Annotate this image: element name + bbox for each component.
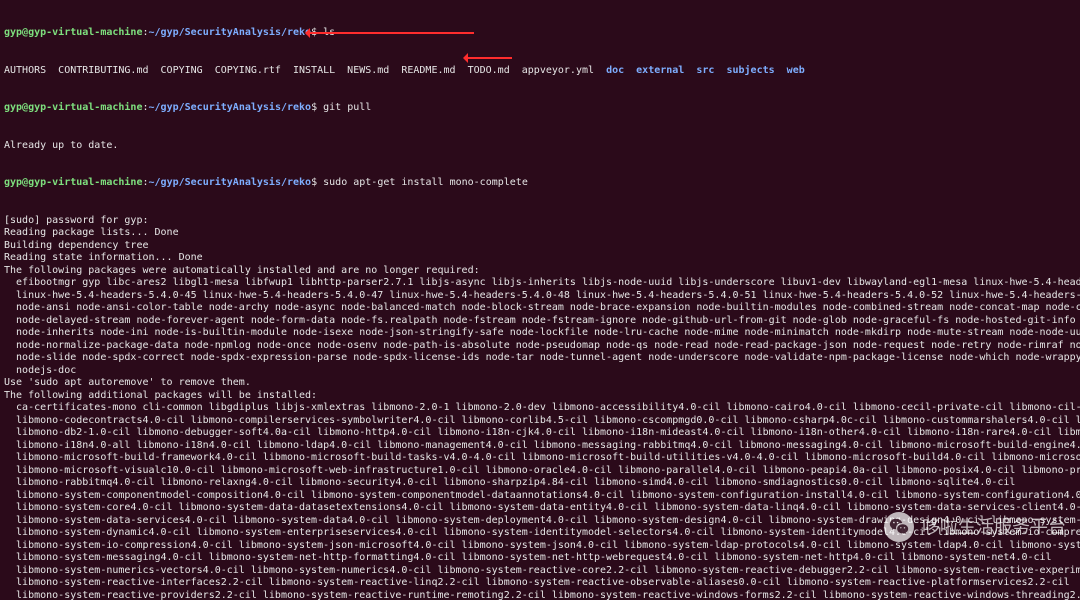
apt-output-line: libmono-system-numerics-vectors4.0-cil l… xyxy=(4,565,1076,578)
terminal[interactable]: gyp@gyp-virtual-machine:~/gyp/SecurityAn… xyxy=(0,0,1080,600)
apt-output-line: Reading package lists... Done xyxy=(4,227,1076,240)
apt-output-line: efibootmgr gyp libc-ares2 libgl1-mesa li… xyxy=(4,277,1076,290)
apt-output-line: node-ansi node-ansi-color-table node-arc… xyxy=(4,302,1076,315)
apt-output-line: ca-certificates-mono cli-common libgdipl… xyxy=(4,402,1076,415)
apt-output-line: nodejs-doc xyxy=(4,365,1076,378)
prompt-gitpull: gyp@gyp-virtual-machine:~/gyp/SecurityAn… xyxy=(4,102,1076,115)
apt-output-line: Reading state information... Done xyxy=(4,252,1076,265)
apt-output-line: node-inherits node-ini node-is-builtin-m… xyxy=(4,327,1076,340)
ls-output: AUTHORS CONTRIBUTING.md COPYING COPYING.… xyxy=(4,65,1076,78)
prompt-install: gyp@gyp-virtual-machine:~/gyp/SecurityAn… xyxy=(4,177,1076,190)
apt-output-line: node-slide node-spdx-correct node-spdx-e… xyxy=(4,352,1076,365)
apt-output-block: [sudo] password for gyp:Reading package … xyxy=(4,215,1076,600)
apt-output-line: libmono-i18n4.0-all libmono-i18n4.0-cil … xyxy=(4,440,1076,453)
apt-output-line: linux-hwe-5.4-headers-5.4.0-45 linux-hwe… xyxy=(4,290,1076,303)
apt-output-line: Building dependency tree xyxy=(4,240,1076,253)
apt-output-line: libmono-system-reactive-interfaces2.2-ci… xyxy=(4,577,1076,590)
apt-output-line: Use 'sudo apt autoremove' to remove them… xyxy=(4,377,1076,390)
apt-output-line: libmono-system-reactive-providers2.2-cil… xyxy=(4,590,1076,600)
apt-output-line: libmono-db2-1.0-cil libmono-debugger-sof… xyxy=(4,427,1076,440)
apt-output-line: libmono-codecontracts4.0-cil libmono-com… xyxy=(4,415,1076,428)
apt-output-line: libmono-system-data-services4.0-cil libm… xyxy=(4,515,1076,528)
apt-output-line: node-normalize-package-data node-npmlog … xyxy=(4,340,1076,353)
apt-output-line: libmono-system-core4.0-cil libmono-syste… xyxy=(4,502,1076,515)
prompt-ls: gyp@gyp-virtual-machine:~/gyp/SecurityAn… xyxy=(4,27,1076,40)
apt-output-line: libmono-microsoft-build-framework4.0-cil… xyxy=(4,452,1076,465)
apt-output-line: libmono-system-componentmodel-compositio… xyxy=(4,490,1076,503)
apt-output-line: [sudo] password for gyp: xyxy=(4,215,1076,228)
apt-output-line: node-delayed-stream node-forever-agent n… xyxy=(4,315,1076,328)
apt-output-line: The following additional packages will b… xyxy=(4,390,1076,403)
apt-output-line: libmono-microsoft-visualc10.0-cil libmon… xyxy=(4,465,1076,478)
apt-output-line: libmono-system-messaging4.0-cil libmono-… xyxy=(4,552,1076,565)
apt-output-line: The following packages were automaticall… xyxy=(4,265,1076,278)
annotation-arrow-2 xyxy=(466,57,512,59)
gitpull-output: Already up to date. xyxy=(4,140,1076,153)
apt-output-line: libmono-system-io-compression4.0-cil lib… xyxy=(4,540,1076,553)
apt-output-line: libmono-rabbitmq4.0-cil libmono-relaxng4… xyxy=(4,477,1076,490)
annotation-arrow-1 xyxy=(308,32,474,34)
apt-output-line: libmono-system-dynamic4.0-cil libmono-sy… xyxy=(4,527,1076,540)
